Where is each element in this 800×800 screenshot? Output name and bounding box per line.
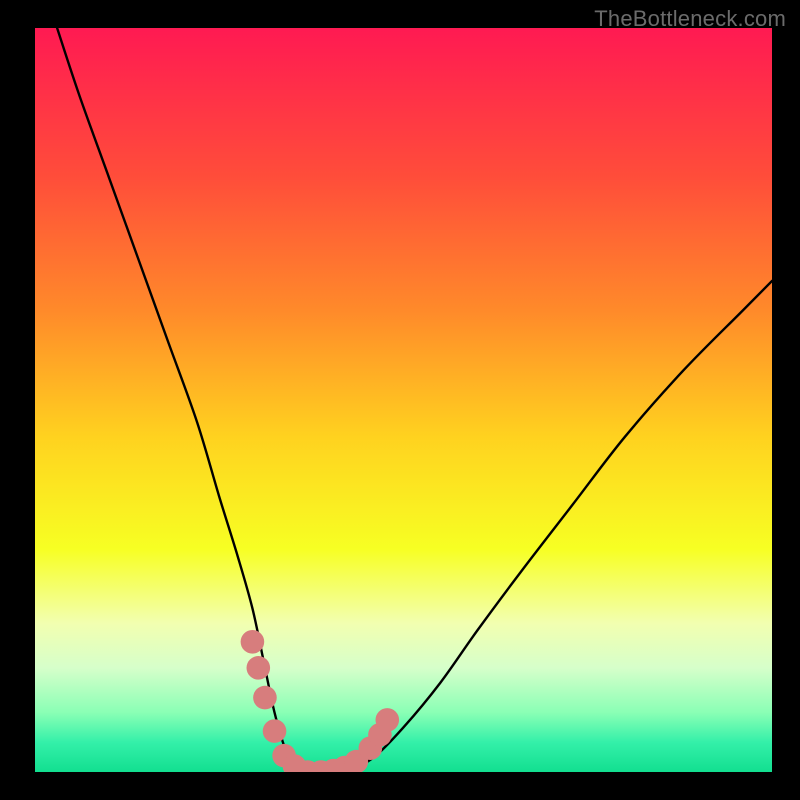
marker-dot: [241, 630, 265, 654]
marker-dot: [375, 708, 399, 732]
marker-dot: [247, 656, 271, 680]
watermark-text: TheBottleneck.com: [594, 6, 786, 32]
outer-frame: TheBottleneck.com: [0, 0, 800, 800]
marker-dot: [263, 719, 287, 743]
gradient-background: [35, 28, 772, 772]
bottleneck-chart: [0, 0, 800, 800]
marker-dot: [253, 686, 277, 710]
